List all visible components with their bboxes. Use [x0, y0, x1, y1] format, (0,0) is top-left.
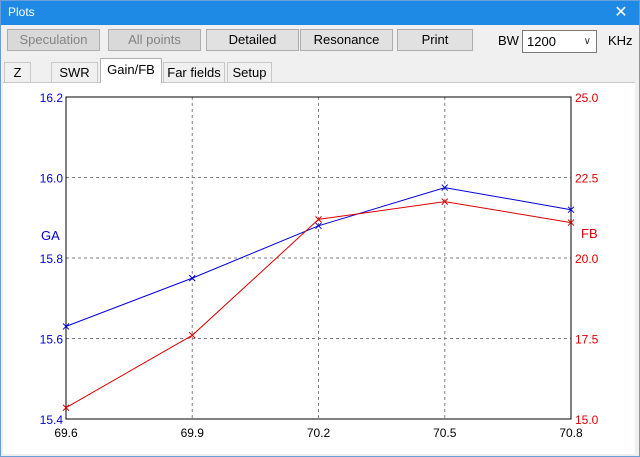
y-left-tick-label: 15.8	[40, 252, 64, 266]
close-icon[interactable]: ✕	[603, 1, 639, 25]
bw-label: BW	[498, 33, 519, 48]
gain-fb-chart: 69.6 69.9 70.2 70.5 70.8 15.4 15.6 15.8 16.0 16.2…	[40, 91, 599, 440]
y-left-tick-label: 15.6	[40, 333, 64, 347]
y-right-axis-label: FB	[581, 226, 598, 241]
tab-far-fields[interactable]: Far fields	[163, 62, 225, 82]
series-line-ga	[65, 187, 572, 327]
khz-label: KHz	[608, 33, 633, 48]
y-left-tick-label: 16.2	[40, 91, 64, 105]
y-right-tick-label: 20.0	[575, 252, 599, 266]
chevron-down-icon: ∨	[583, 36, 591, 47]
bw-select-value: 1200	[527, 34, 556, 49]
y-right-tick-label: 25.0	[575, 91, 599, 105]
plots-window: Plots ✕ Speculation All points Detailed …	[0, 0, 640, 457]
x-tick-label: 69.6	[54, 426, 78, 440]
y-left-tick-label: 16.0	[40, 172, 64, 186]
x-tick-label: 69.9	[181, 426, 205, 440]
tab-gain-fb[interactable]: Gain/FB	[100, 58, 162, 83]
title-bar[interactable]: Plots ✕	[1, 1, 639, 25]
data-point-ga	[188, 274, 196, 282]
x-tick-label: 70.5	[433, 426, 457, 440]
print-button[interactable]: Print	[397, 29, 473, 51]
gain-fb-panel: 69.6 69.9 70.2 70.5 70.8 15.4 15.6 15.8 16.0 16.2…	[3, 82, 635, 454]
all-points-button[interactable]: All points	[108, 29, 201, 51]
x-tick-label: 70.2	[307, 426, 331, 440]
detailed-button[interactable]: Detailed	[206, 29, 299, 51]
x-tick-label: 70.8	[559, 426, 583, 440]
speculation-button[interactable]: Speculation	[7, 29, 100, 51]
tab-setup[interactable]: Setup	[227, 62, 272, 82]
y-right-tick-label: 15.0	[575, 413, 599, 427]
y-right-tick-label: 17.5	[575, 333, 599, 347]
bw-select[interactable]: 1200 ∨	[522, 30, 597, 53]
series-line-fb	[65, 201, 572, 409]
tab-swr[interactable]: SWR	[51, 62, 98, 82]
y-left-axis-label: GA	[41, 228, 60, 243]
y-left-tick-label: 15.4	[40, 413, 64, 427]
y-right-tick-label: 22.5	[575, 172, 599, 186]
resonance-button[interactable]: Resonance	[300, 29, 393, 51]
tab-z[interactable]: Z	[4, 62, 31, 82]
window-title: Plots	[8, 5, 35, 19]
